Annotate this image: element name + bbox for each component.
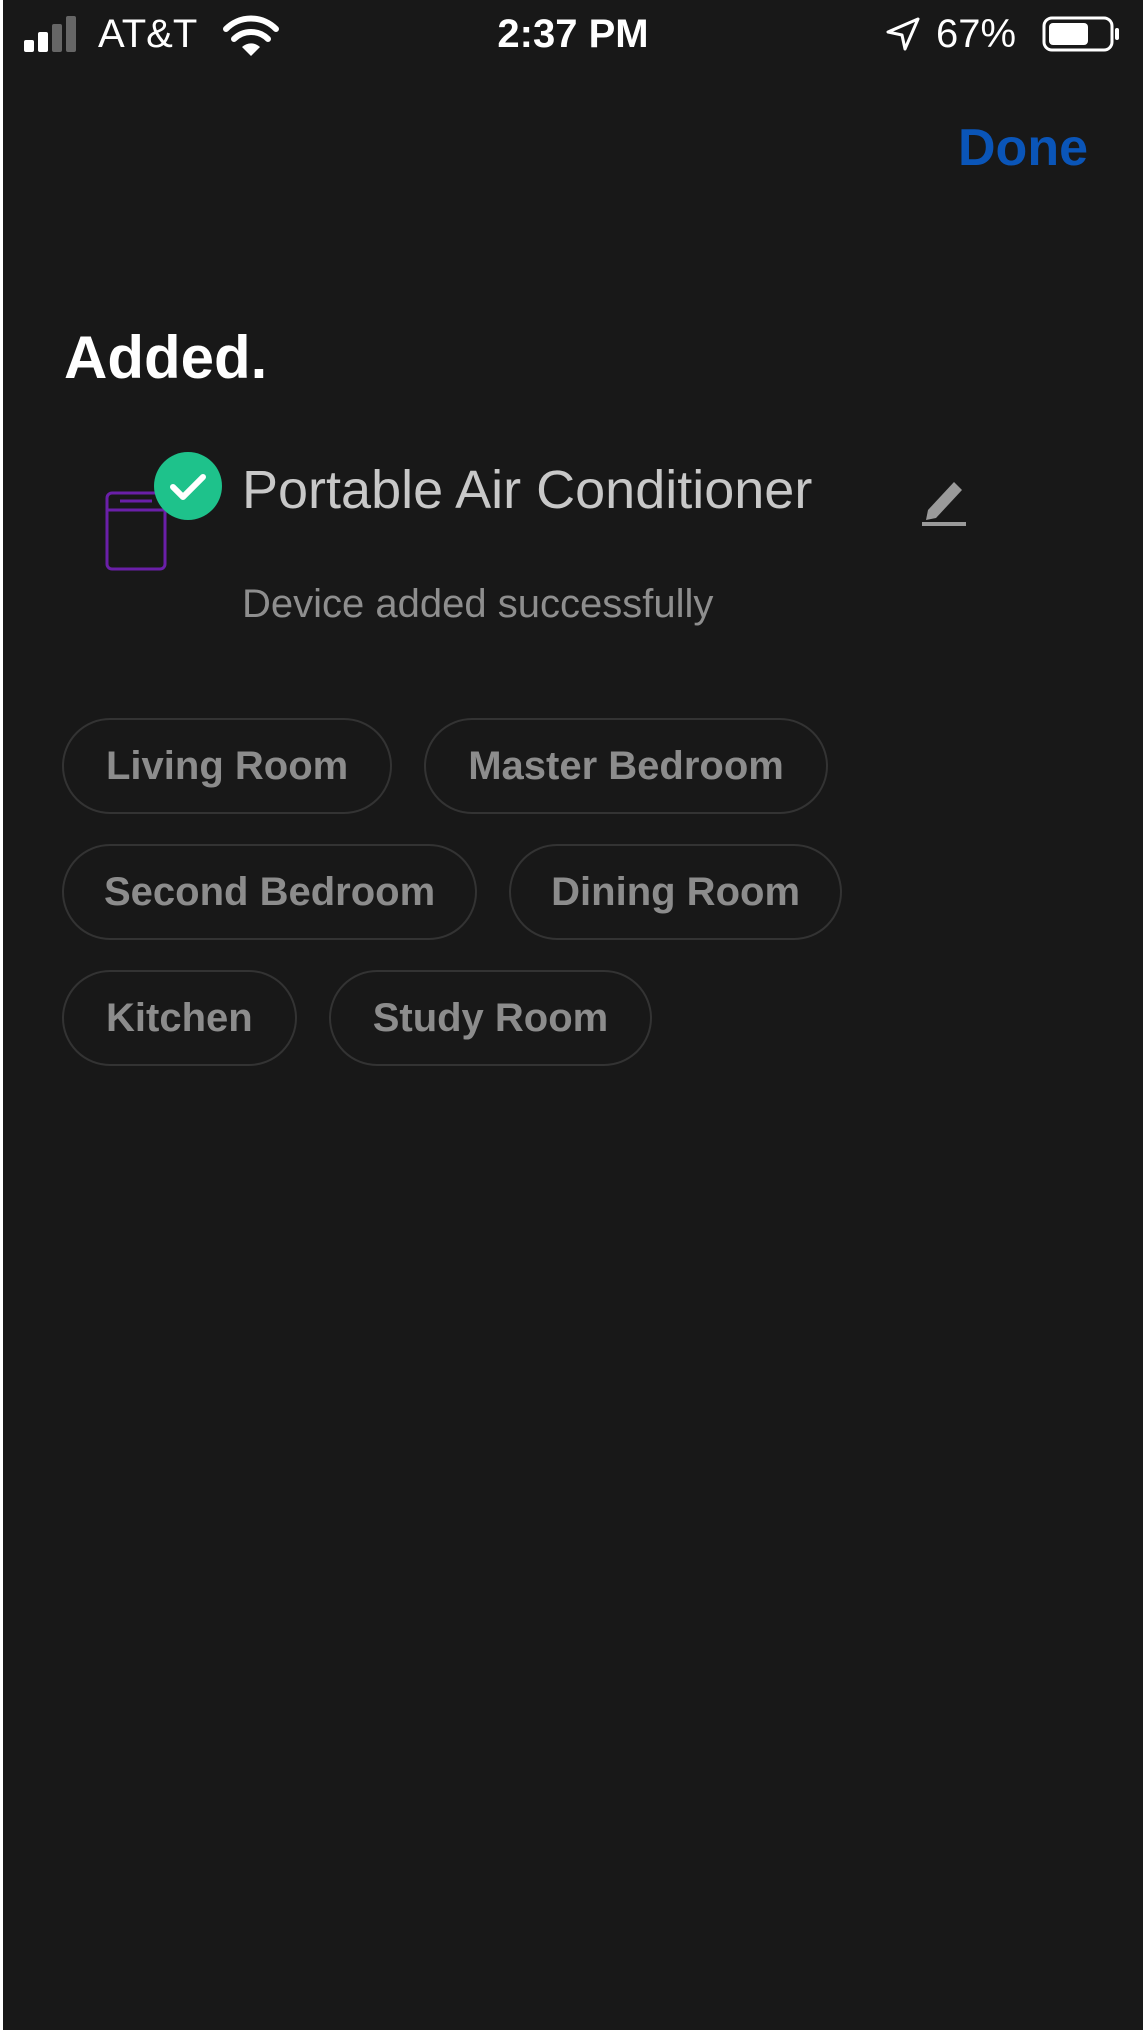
room-chip-row: Second Bedroom Dining Room xyxy=(62,844,1062,940)
battery-icon xyxy=(1042,16,1119,52)
done-button[interactable]: Done xyxy=(958,116,1088,180)
status-bar: AT&T 2:37 PM 67% xyxy=(0,0,1146,72)
room-chip-list: Living Room Master Bedroom Second Bedroo… xyxy=(62,718,1062,1096)
room-chip-row: Kitchen Study Room xyxy=(62,970,1062,1066)
room-chip-master-bedroom[interactable]: Master Bedroom xyxy=(424,718,828,814)
device-name: Portable Air Conditioner xyxy=(242,460,813,520)
room-chip-second-bedroom[interactable]: Second Bedroom xyxy=(62,844,478,940)
room-chip-study-room[interactable]: Study Room xyxy=(328,970,653,1066)
room-chip-row: Living Room Master Bedroom xyxy=(62,718,1062,814)
window-border-left xyxy=(0,0,3,2034)
location-arrow-icon xyxy=(886,17,920,51)
battery-percent: 67% xyxy=(936,12,1017,56)
page-title: Added. xyxy=(64,324,268,391)
room-chip-kitchen[interactable]: Kitchen xyxy=(62,970,297,1066)
device-status-text: Device added successfully xyxy=(242,582,714,626)
pencil-icon[interactable] xyxy=(918,470,970,528)
window-border-bottom xyxy=(0,2030,1146,2034)
room-chip-dining-room[interactable]: Dining Room xyxy=(509,844,843,940)
room-chip-living-room[interactable]: Living Room xyxy=(62,718,393,814)
checkmark-circle-icon xyxy=(154,452,222,520)
